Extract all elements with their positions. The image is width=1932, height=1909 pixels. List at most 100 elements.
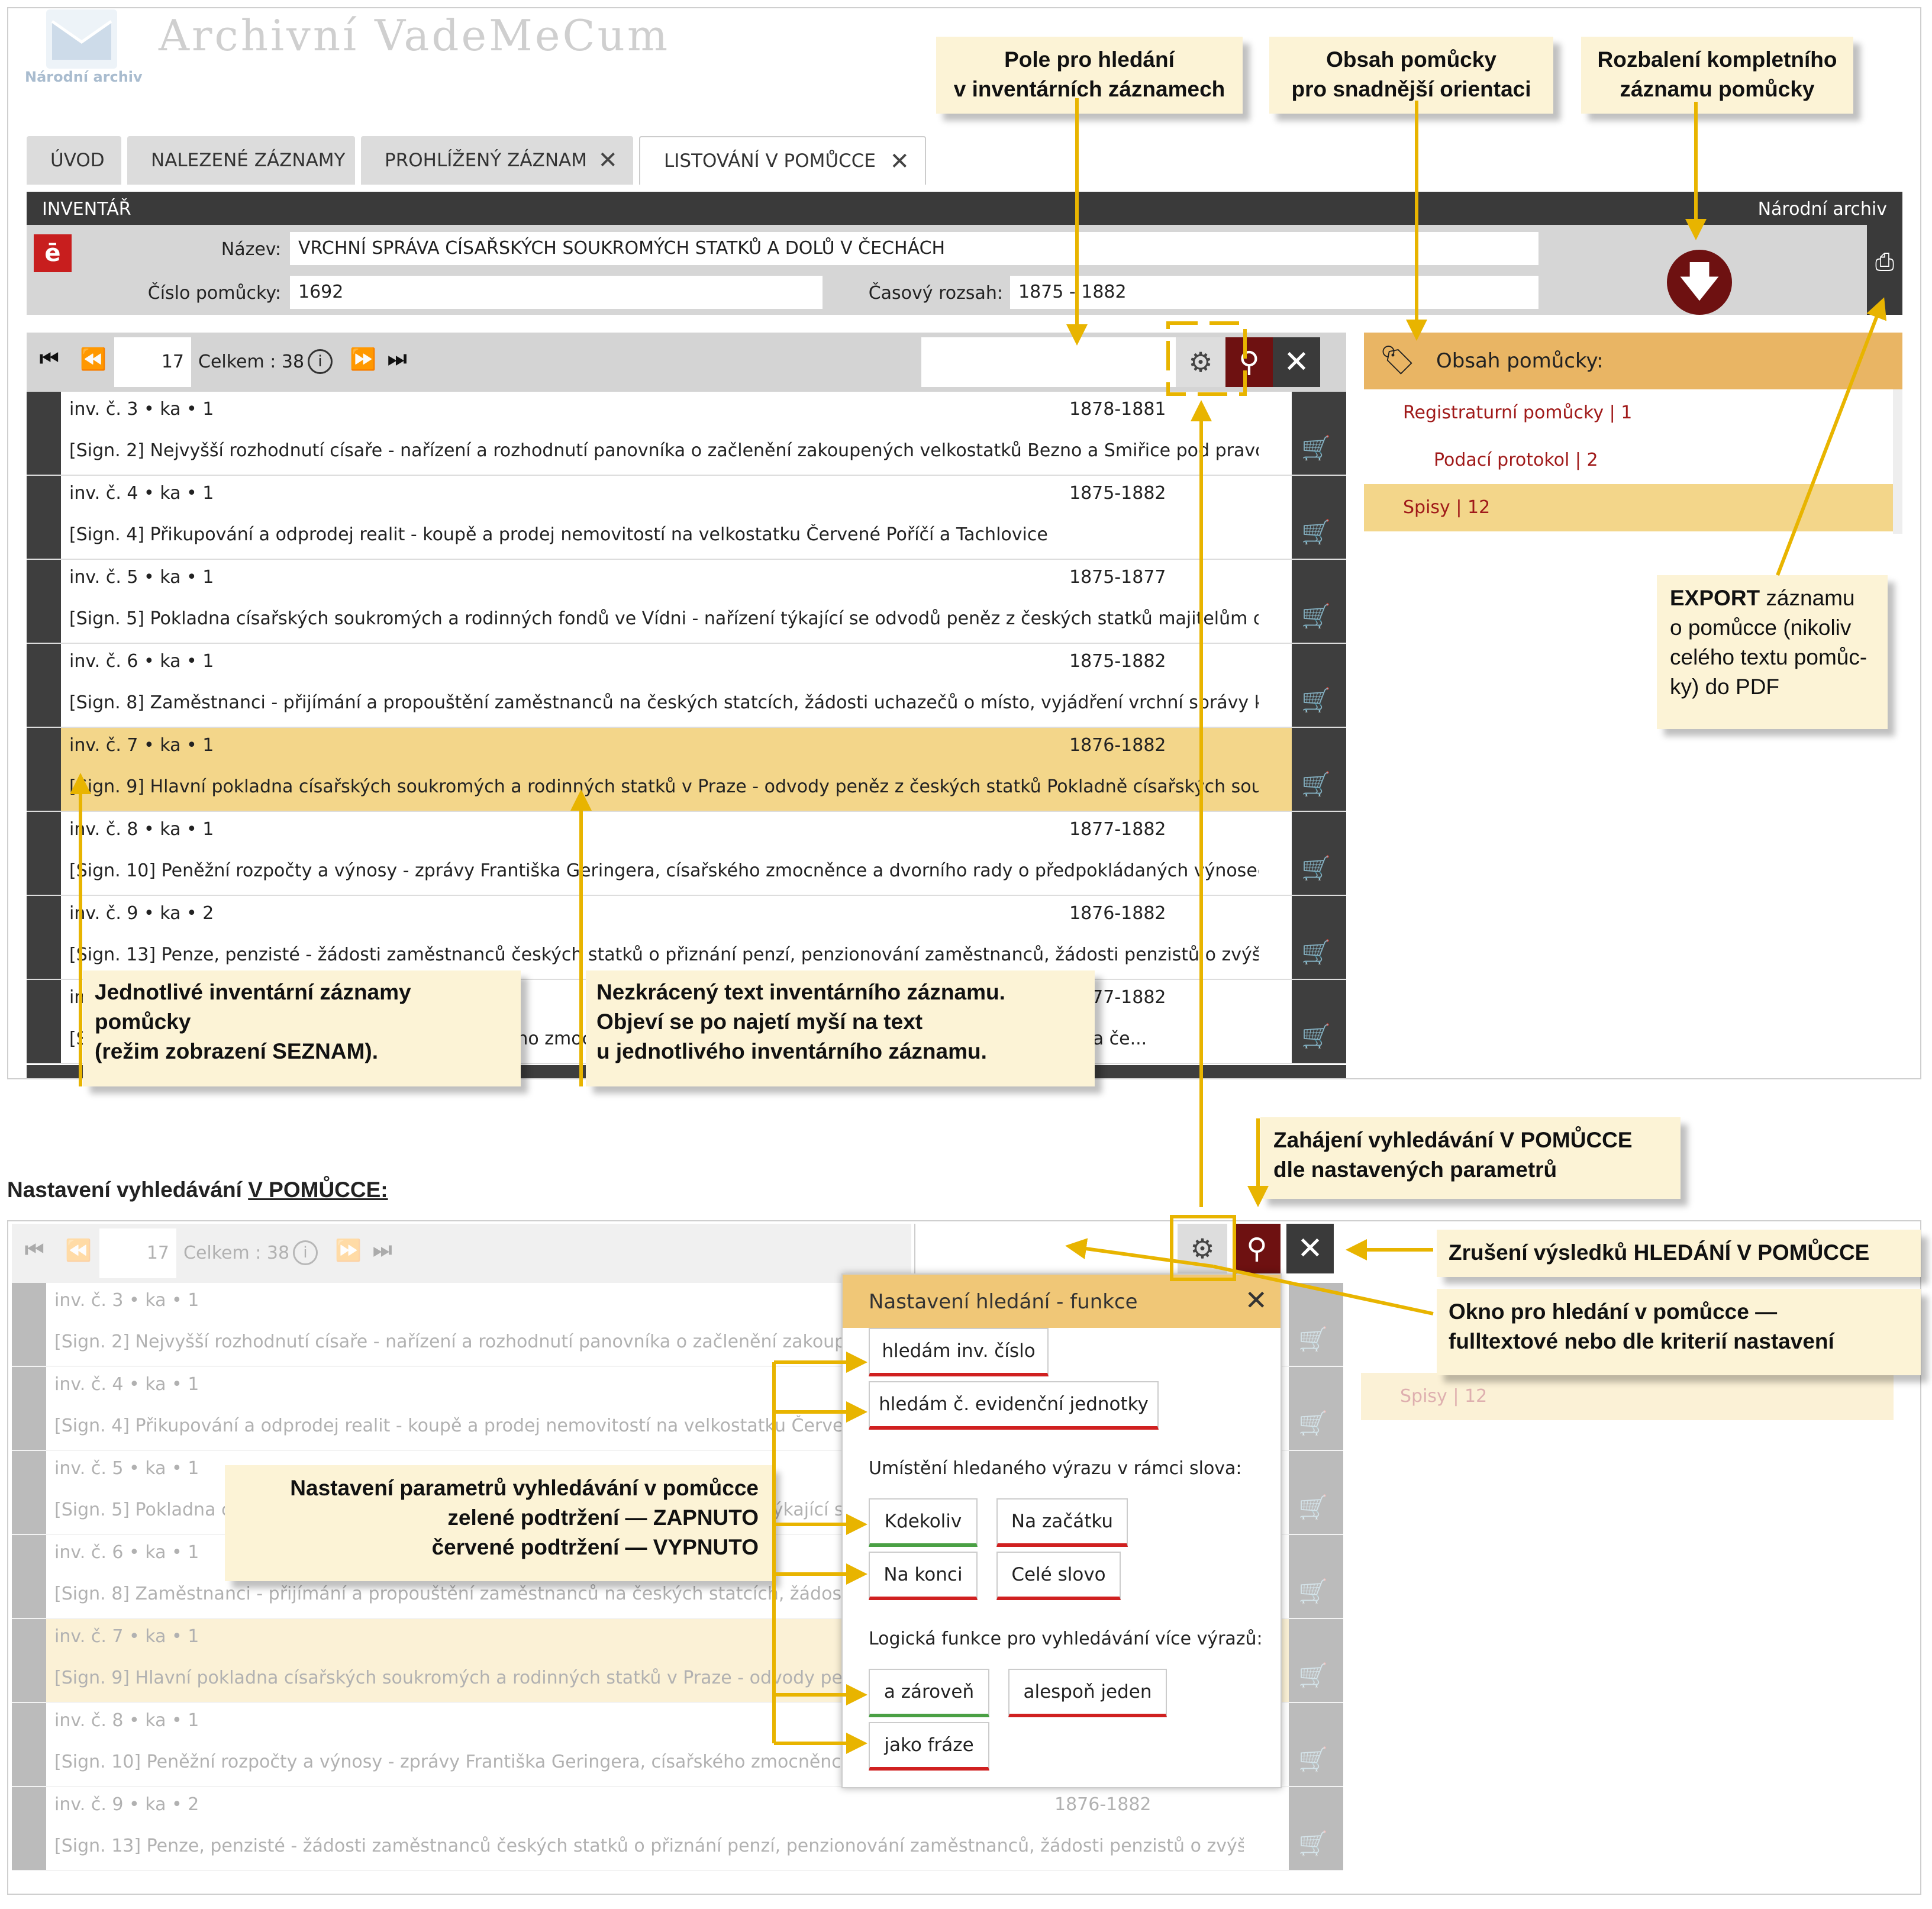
cart-icon[interactable]: 🛒: [1301, 854, 1331, 882]
button-label: jako fráze: [884, 1734, 974, 1756]
record-text[interactable]: [Sign. 8] Zaměstnanci - přijímání a prop…: [69, 692, 1259, 713]
callout-line: ky) do PDF: [1670, 675, 1780, 699]
table-row[interactable]: inv. č. 8 • ka • 1 1877-1882 [Sign. 10] Pe…: [27, 812, 1346, 896]
prev-page-icon[interactable]: ⏪: [65, 1238, 92, 1263]
close-icon[interactable]: ✕: [598, 147, 618, 174]
button-label: Kdekoliv: [884, 1511, 962, 1532]
callout-cancel: Zrušení výsledků HLEDÁNÍ V POMŮCCE: [1437, 1230, 1921, 1277]
settings-button[interactable]: ⚙: [1176, 337, 1225, 387]
contents-panel: 🏷 Obsah pomůcky: Registraturní pomůcky |…: [1364, 333, 1902, 534]
table-row[interactable]: inv. č. 7 • ka • 1 1876-1882 [Sign. 9] Hla…: [27, 728, 1346, 812]
cart-icon[interactable]: 🛒: [1298, 1410, 1328, 1437]
pos-whole-word-button[interactable]: Celé slovo: [996, 1552, 1121, 1600]
table-row[interactable]: inv. č. 4 • ka • 1 1875-1882 [Sign. 4] Při…: [27, 476, 1346, 560]
cart-icon[interactable]: 🛒: [1301, 939, 1331, 966]
last-page-icon[interactable]: ⏭: [373, 1238, 392, 1263]
record-text[interactable]: [Sign. 5] Pokladna císařských soukromých…: [69, 608, 1259, 629]
search-ej-number-button[interactable]: hledám č. evidenční jednotky: [869, 1381, 1159, 1430]
last-page-icon[interactable]: ⏭: [388, 347, 407, 372]
info-icon[interactable]: i: [293, 1240, 318, 1265]
callout-line: Nezkrácený text inventárního záznamu.: [596, 980, 1005, 1004]
cart-icon[interactable]: 🛒: [1301, 434, 1331, 462]
close-icon[interactable]: ✕: [889, 148, 909, 175]
search-settings-popup: Nastavení hledání - funkce ✕ hledám inv.…: [841, 1273, 1282, 1788]
page-input[interactable]: 17: [99, 1228, 176, 1278]
button-label: Na začátku: [1011, 1511, 1114, 1532]
search-button[interactable]: ⚲: [1225, 337, 1273, 387]
app-title: Archivní VadeMeCum: [159, 11, 670, 60]
search-input[interactable]: [921, 337, 1176, 387]
row-right-marker: [1292, 812, 1346, 895]
pdf-export-icon[interactable]: ⎙: [1867, 225, 1902, 315]
search-inv-number-button[interactable]: hledám inv. číslo: [869, 1328, 1049, 1376]
cart-icon[interactable]: 🛒: [1298, 1830, 1328, 1858]
pos-end-button[interactable]: Na konci: [869, 1552, 978, 1600]
cart-icon[interactable]: 🛒: [1301, 518, 1331, 546]
record-text[interactable]: [Sign. 13] Penze, penzisté - žádosti zam…: [54, 1836, 1244, 1856]
date-range: 1877-1882: [1069, 819, 1166, 840]
callout-line: Zrušení výsledků HLEDÁNÍ V POMŮCCE: [1449, 1240, 1870, 1265]
contents-item[interactable]: Podací protokol | 2: [1364, 437, 1896, 484]
cart-icon[interactable]: 🛒: [1298, 1662, 1328, 1689]
scrollbar[interactable]: [1893, 389, 1902, 534]
row-right-marker: [1289, 1619, 1343, 1702]
search-button[interactable]: ⚲: [1233, 1224, 1281, 1273]
contents-item[interactable]: Registraturní pomůcky | 1: [1364, 389, 1896, 437]
cart-icon[interactable]: 🛒: [1301, 1023, 1331, 1050]
contents-item-label: Podací protokol | 2: [1434, 450, 1598, 470]
contents-item-label: Registraturní pomůcky | 1: [1403, 402, 1633, 423]
record-text[interactable]: [Sign. 13] Penze, penzisté - žádosti zam…: [69, 944, 1259, 965]
page-input[interactable]: 17: [114, 337, 191, 387]
table-row[interactable]: inv. č. 3 • ka • 1 1878-1881 [Sign. 2] Nej…: [27, 392, 1346, 476]
record-text[interactable]: [Sign. 10] Peněžní rozpočty a výnosy - z…: [69, 860, 1259, 881]
cart-icon[interactable]: 🛒: [1298, 1746, 1328, 1773]
info-icon[interactable]: i: [308, 349, 333, 374]
logic-and-button[interactable]: a zároveň: [869, 1669, 989, 1717]
logic-phrase-button[interactable]: jako fráze: [869, 1722, 989, 1771]
tab-listovani[interactable]: LISTOVÁNÍ V POMŮCCE ✕: [639, 136, 926, 185]
tab-uvod[interactable]: ÚVOD: [27, 136, 121, 185]
next-page-icon[interactable]: ⏩: [350, 347, 376, 372]
button-label: hledám inv. číslo: [882, 1340, 1036, 1362]
record-text[interactable]: [Sign. 2] Nejvyšší rozhodnutí císaře - n…: [69, 440, 1259, 461]
row-left-marker: [27, 560, 61, 643]
logic-any-button[interactable]: alespoň jeden: [1008, 1669, 1167, 1717]
button-label: alespoň jeden: [1023, 1681, 1152, 1702]
cart-icon[interactable]: 🛒: [1301, 602, 1331, 630]
contents-item[interactable]: Spisy | 12: [1361, 1373, 1894, 1420]
cart-icon[interactable]: 🛒: [1301, 770, 1331, 798]
callout-line: (režim zobrazení SEZNAM).: [95, 1039, 378, 1063]
inv-number: inv. č. 3 • ka • 1: [54, 1290, 199, 1311]
pos-anywhere-button[interactable]: Kdekoliv: [869, 1498, 978, 1547]
cart-icon[interactable]: 🛒: [1301, 686, 1331, 714]
close-icon[interactable]: ✕: [1244, 1284, 1267, 1316]
tab-prohlizeny[interactable]: PROHLÍŽENÝ ZÁZNAM ✕: [361, 136, 633, 185]
contents-item[interactable]: Spisy | 12: [1364, 484, 1896, 531]
first-page-icon[interactable]: ⏮: [25, 1238, 44, 1263]
record-text[interactable]: [Sign. 4] Přikupování a odprodej realit …: [69, 524, 1259, 545]
row-right-marker: [1289, 1535, 1343, 1618]
section2-title: Nastavení vyhledávání V POMŮCCE:: [7, 1178, 388, 1202]
cancel-search-button[interactable]: ✕: [1286, 1224, 1334, 1273]
row-right-marker: [1292, 476, 1346, 559]
expand-button[interactable]: 🡇: [1667, 250, 1732, 315]
cart-icon[interactable]: 🛒: [1298, 1326, 1328, 1353]
table-row[interactable]: inv. č. 6 • ka • 1 1875-1882 [Sign. 8] Zam…: [27, 644, 1346, 728]
callout-line: pomůcky: [95, 1010, 191, 1034]
table-row[interactable]: inv. č. 5 • ka • 1 1875-1877 [Sign. 5] Pok…: [27, 560, 1346, 644]
pos-start-button[interactable]: Na začátku: [996, 1498, 1128, 1547]
tab-nalezene[interactable]: NALEZENÉ ZÁZNAMY: [127, 136, 355, 185]
prev-page-icon[interactable]: ⏪: [80, 347, 107, 372]
cancel-search-button[interactable]: ✕: [1273, 337, 1320, 387]
table-row[interactable]: inv. č. 9 • ka • 2 1876-1882 [Sign. 13] Pe…: [12, 1787, 1343, 1871]
callout-line: dle nastavených parametrů: [1273, 1157, 1557, 1182]
date-range: 1876-1882: [1069, 735, 1166, 756]
next-page-icon[interactable]: ⏩: [335, 1238, 362, 1263]
table-row[interactable]: inv. č. 9 • ka • 2 1876-1882 [Sign. 13] Pe…: [27, 896, 1346, 980]
settings-button[interactable]: ⚙: [1178, 1224, 1227, 1273]
cart-icon[interactable]: 🛒: [1298, 1578, 1328, 1605]
first-page-icon[interactable]: ⏮: [40, 347, 59, 372]
callout-line: celého textu pomůc-: [1670, 645, 1868, 669]
cart-icon[interactable]: 🛒: [1298, 1494, 1328, 1521]
record-text[interactable]: [Sign. 9] Hlavní pokladna císařských sou…: [69, 776, 1259, 797]
